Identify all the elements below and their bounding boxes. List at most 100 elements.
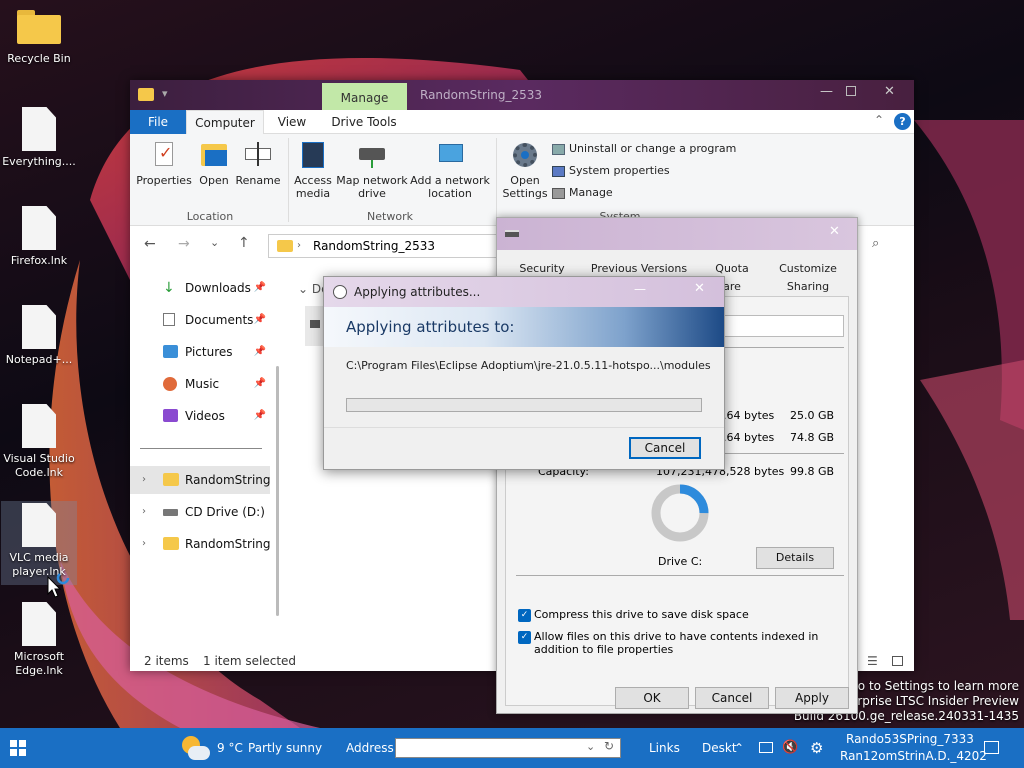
muted-speaker-icon[interactable]: 🔇 bbox=[782, 728, 798, 768]
tab-drive-tools[interactable]: Drive Tools bbox=[324, 110, 404, 134]
document-icon bbox=[163, 313, 175, 326]
large-icons-view-icon[interactable] bbox=[892, 656, 903, 666]
add-network-location-button[interactable]: Add a network location bbox=[410, 140, 490, 200]
network-icon[interactable] bbox=[759, 742, 773, 753]
minimize-icon[interactable]: — bbox=[634, 282, 646, 296]
media-icon bbox=[298, 140, 328, 170]
map-network-drive-button[interactable]: Map network drive bbox=[336, 140, 408, 200]
open-settings-button[interactable]: Open Settings bbox=[500, 140, 550, 200]
minimize-icon[interactable]: — bbox=[820, 84, 833, 99]
compress-label: Compress this drive to save disk space bbox=[534, 608, 749, 621]
gear-icon[interactable]: ⚙ bbox=[810, 728, 823, 768]
free-size: 74.8 GB bbox=[790, 431, 835, 444]
apply-heading: Applying attributes to: bbox=[346, 318, 515, 336]
nav-item-pictures[interactable]: Pictures 📌 bbox=[130, 338, 270, 366]
desktop-icon-everything[interactable]: Everything.... bbox=[1, 107, 77, 169]
recent-locations-icon[interactable]: ⌄ bbox=[210, 236, 219, 249]
nav-item-downloads[interactable]: ↓ Downloads 📌 bbox=[130, 274, 270, 302]
up-arrow-icon[interactable]: ↑ bbox=[238, 235, 250, 251]
manage-button[interactable]: Manage bbox=[552, 186, 613, 199]
quick-access-dropdown-icon[interactable]: ▾ bbox=[162, 87, 168, 100]
tab-quota[interactable]: Quota bbox=[697, 260, 767, 277]
maximize-icon[interactable] bbox=[846, 86, 856, 96]
access-media-button[interactable]: Access media bbox=[292, 140, 334, 200]
manage-icon bbox=[552, 187, 565, 199]
cancel-button[interactable]: Cancel bbox=[695, 687, 769, 709]
tab-previous-versions[interactable]: Previous Versions bbox=[587, 260, 691, 277]
desktop-icon-firefox[interactable]: Firefox.lnk bbox=[1, 206, 77, 268]
tab-customize[interactable]: Customize bbox=[773, 260, 843, 277]
nav-item-music[interactable]: Music 📌 bbox=[130, 370, 270, 398]
details-button[interactable]: Details bbox=[756, 547, 834, 569]
nav-item-videos[interactable]: Videos 📌 bbox=[130, 402, 270, 430]
chevron-down-icon: ⌄ bbox=[298, 282, 312, 296]
separator bbox=[324, 427, 724, 428]
ribbon-separator bbox=[496, 138, 497, 222]
network-drive-icon bbox=[357, 140, 387, 170]
index-checkbox[interactable]: ✓ bbox=[518, 631, 531, 644]
rename-button[interactable]: Rename bbox=[234, 140, 282, 187]
tab-manage[interactable]: Manage bbox=[322, 83, 407, 110]
music-icon bbox=[163, 377, 177, 391]
address-bar[interactable]: › RandomString_2533 bbox=[268, 234, 498, 258]
nav-scrollbar[interactable] bbox=[276, 366, 279, 616]
taskbar-address-input[interactable]: ⌄ ↻ bbox=[395, 738, 621, 758]
chevron-up-icon[interactable]: ⌃ bbox=[734, 728, 744, 768]
apply-button[interactable]: Apply bbox=[775, 687, 849, 709]
folder-icon bbox=[163, 537, 179, 550]
chevron-down-icon[interactable]: ⌄ bbox=[586, 740, 595, 753]
details-view-icon[interactable]: ☰ bbox=[867, 651, 878, 671]
nav-item-randomstring-4[interactable]: › RandomString_4 bbox=[130, 530, 270, 558]
forward-icon[interactable]: → bbox=[178, 236, 190, 252]
start-windows-icon[interactable] bbox=[10, 740, 26, 756]
open-folder-icon bbox=[199, 140, 229, 170]
links-toolbar[interactable]: Links bbox=[649, 728, 680, 768]
desktop-icon-edge[interactable]: Microsoft Edge.lnk bbox=[1, 602, 77, 678]
close-icon[interactable]: ✕ bbox=[884, 84, 895, 99]
videos-icon bbox=[163, 409, 178, 422]
nav-label: CD Drive (D:) bbox=[185, 505, 265, 519]
compress-checkbox[interactable]: ✓ bbox=[518, 609, 531, 622]
nav-label: RandomString_4 bbox=[185, 537, 270, 551]
close-icon[interactable]: ✕ bbox=[694, 281, 705, 296]
apply-cancel-button[interactable]: Cancel bbox=[629, 437, 701, 459]
weather-partly-sunny-icon[interactable] bbox=[178, 734, 212, 762]
search-icon[interactable]: ⌕ bbox=[872, 236, 879, 251]
file-icon bbox=[22, 305, 56, 349]
drive-item[interactable] bbox=[305, 306, 325, 346]
open-settings-label: Open Settings bbox=[502, 174, 548, 200]
back-icon[interactable]: ← bbox=[144, 236, 156, 252]
drive-icon bbox=[310, 320, 320, 328]
properties-button[interactable]: ✓ Properties bbox=[134, 140, 194, 187]
system-properties-button[interactable]: System properties bbox=[552, 164, 670, 177]
refresh-icon[interactable]: ↻ bbox=[604, 739, 614, 753]
disk-usage-donut bbox=[651, 484, 709, 542]
tab-file[interactable]: File bbox=[130, 110, 186, 134]
applying-attributes-dialog: Applying attributes... — ✕ Applying attr… bbox=[323, 276, 725, 470]
notifications-icon[interactable] bbox=[984, 741, 999, 754]
desktop-toolbar[interactable]: Deskt bbox=[702, 728, 737, 768]
tab-security[interactable]: Security bbox=[507, 260, 577, 277]
nav-item-cd-drive[interactable]: › CD Drive (D:) bbox=[130, 498, 270, 526]
uninstall-program-button[interactable]: Uninstall or change a program bbox=[552, 142, 736, 155]
weather-condition[interactable]: Partly sunny bbox=[248, 728, 322, 768]
tab-computer[interactable]: Computer bbox=[186, 110, 264, 135]
folder-icon bbox=[138, 88, 154, 101]
desktop-icon-vscode[interactable]: Visual Studio Code.lnk bbox=[1, 404, 77, 480]
nav-item-documents[interactable]: Documents 📌 bbox=[130, 306, 270, 334]
help-icon[interactable]: ? bbox=[894, 113, 911, 130]
weather-temperature[interactable]: 9 °C bbox=[217, 728, 243, 768]
used-size: 25.0 GB bbox=[790, 409, 835, 422]
desktop-icon-recycle-bin[interactable]: Recycle Bin bbox=[1, 10, 77, 66]
folder-icon bbox=[277, 240, 293, 252]
ribbon-collapse-icon[interactable]: ⌃ bbox=[874, 113, 884, 127]
open-button[interactable]: Open bbox=[194, 140, 234, 187]
tab-view[interactable]: View bbox=[264, 110, 320, 134]
desktop-icon-notepad[interactable]: Notepad+... bbox=[1, 305, 77, 367]
apply-title: Applying attributes... bbox=[354, 285, 481, 299]
add-location-label: Add a network location bbox=[410, 174, 490, 200]
nav-item-randomstring-2[interactable]: › RandomString_2 bbox=[130, 466, 270, 494]
close-icon[interactable]: ✕ bbox=[829, 224, 840, 239]
ok-button[interactable]: OK bbox=[615, 687, 689, 709]
tab-sharing[interactable]: Sharing bbox=[773, 278, 843, 295]
